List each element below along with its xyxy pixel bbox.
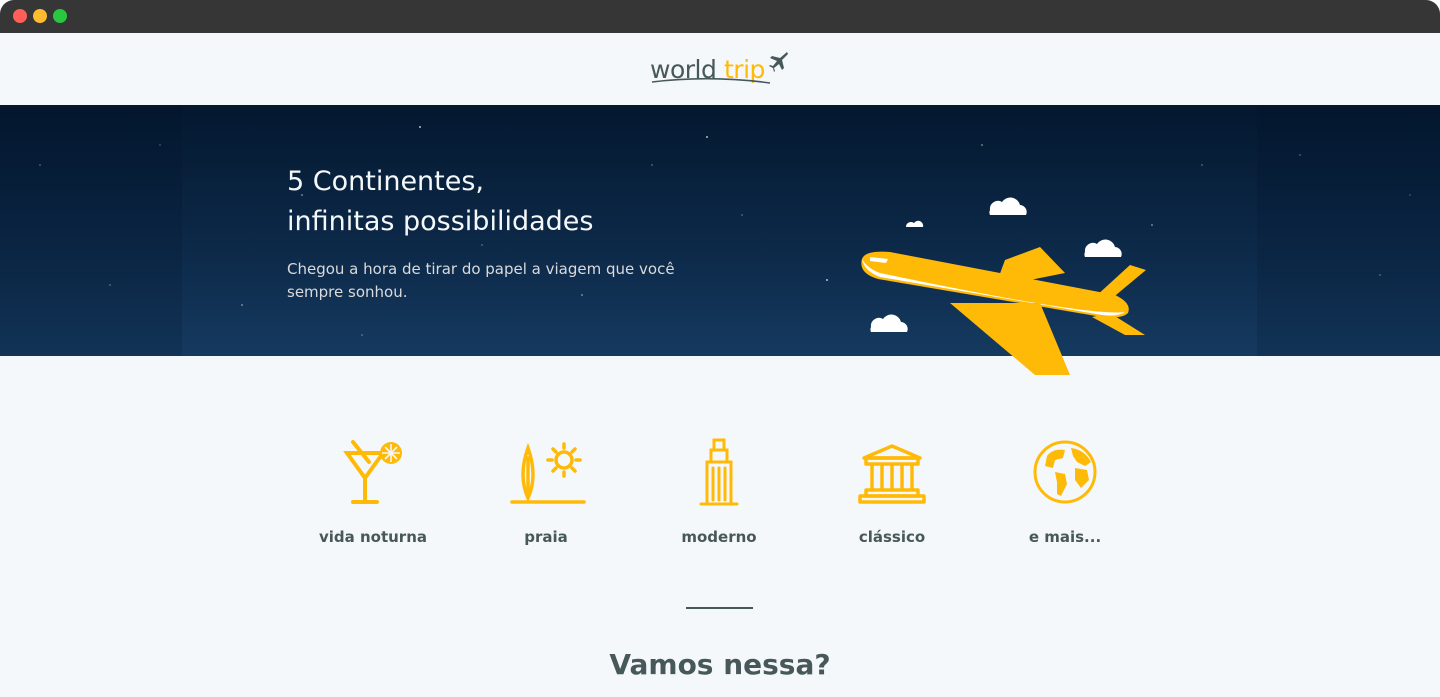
travel-type-label: clássico — [858, 528, 926, 546]
travel-type-more[interactable]: e mais... — [985, 436, 1145, 546]
airplane-icon — [769, 52, 788, 72]
travel-type-label: vida noturna — [318, 528, 428, 546]
hero-subtitle: Chegou a hora de tirar do papel a viagem… — [287, 260, 675, 301]
travel-type-classic[interactable]: clássico — [812, 436, 972, 546]
section-divider — [686, 607, 753, 609]
browser-window: world trip 5 Continentes, infinitas poss… — [0, 0, 1440, 697]
cocktail-icon — [343, 440, 402, 504]
surfboard-sun-icon — [510, 442, 586, 504]
window-titlebar — [0, 0, 1440, 33]
hero-banner: 5 Continentes, infinitas possibilidades … — [0, 105, 1440, 375]
travel-type-beach[interactable]: praia — [466, 436, 626, 546]
hero-title: 5 Continentes, infinitas possibilidades — [287, 162, 787, 242]
travel-type-modern[interactable]: moderno — [639, 436, 799, 546]
hero-title-line2: infinitas possibilidades — [287, 206, 594, 237]
close-window-button[interactable] — [13, 9, 27, 23]
museum-icon — [858, 444, 926, 504]
travel-type-label: e mais... — [1028, 528, 1102, 546]
minimize-window-button[interactable] — [33, 9, 47, 23]
logo-underline-swoosh — [651, 77, 771, 84]
travel-type-label: praia — [524, 528, 568, 546]
travel-type-nightlife[interactable]: vida noturna — [293, 436, 453, 546]
skyscraper-icon — [699, 438, 739, 506]
airplane-illustration — [861, 197, 1146, 375]
maximize-window-button[interactable] — [53, 9, 67, 23]
plane-body — [861, 247, 1146, 375]
site-header: world trip — [0, 33, 1440, 105]
travel-types: vida noturna praia moderno clássico e ma… — [0, 436, 1440, 556]
cta-title: Vamos nessa? — [609, 648, 831, 681]
globe-icon — [1033, 440, 1097, 504]
hero-title-line1: 5 Continentes, — [287, 166, 485, 197]
travel-type-label: moderno — [681, 528, 757, 546]
